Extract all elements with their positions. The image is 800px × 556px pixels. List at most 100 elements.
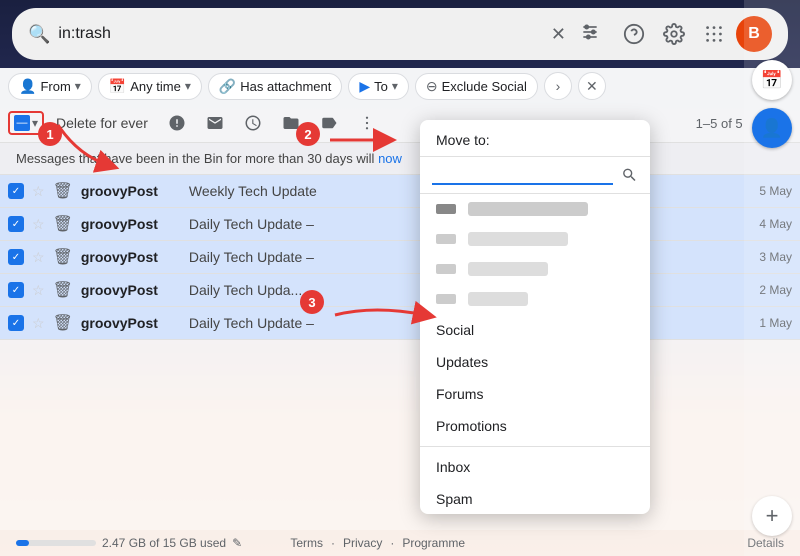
move-to-search-icon xyxy=(621,166,638,184)
email-count: 1–5 of 5 xyxy=(696,116,743,131)
filter-chip-from-label: From xyxy=(40,79,70,94)
info-banner: Messages that have been in the Bin for m… xyxy=(0,143,800,175)
from-arrow-icon: ▾ xyxy=(75,79,81,93)
blurred-icon-3 xyxy=(436,264,456,274)
delete-forever-button[interactable]: Delete for ever xyxy=(48,109,156,137)
trash-icon-4: 🗑 xyxy=(53,280,73,300)
move-to-blurred-2[interactable] xyxy=(420,224,650,254)
privacy-link[interactable]: Privacy xyxy=(343,536,382,550)
to-arrow-icon: ▾ xyxy=(392,79,398,93)
email-row[interactable]: ✓ ☆ 🗑 groovyPost Daily Tech Update – 1 M… xyxy=(0,307,800,340)
move-to-inbox[interactable]: Inbox xyxy=(420,451,650,483)
star-icon-2[interactable]: ☆ xyxy=(32,216,45,233)
move-to-spam[interactable]: Spam xyxy=(420,483,650,514)
blurred-label-1 xyxy=(468,202,588,216)
forums-label: Forums xyxy=(436,386,483,402)
blurred-label-3 xyxy=(468,262,548,276)
more-actions-button[interactable] xyxy=(350,108,384,138)
move-to-updates[interactable]: Updates xyxy=(420,346,650,378)
promotions-label: Promotions xyxy=(436,418,507,434)
programme-link[interactable]: Programme xyxy=(402,536,465,550)
filter-chip-attachment[interactable]: 🔗 Has attachment xyxy=(208,73,342,100)
blurred-icon-1 xyxy=(436,204,456,214)
email-checkbox-4[interactable]: ✓ xyxy=(8,282,24,298)
email-checkbox-2[interactable]: ✓ xyxy=(8,216,24,232)
gmail-container: 🔍 in:trash ✕ xyxy=(0,0,800,556)
star-icon-5[interactable]: ☆ xyxy=(32,315,45,332)
from-icon: 👤 xyxy=(19,78,36,95)
move-to-dropdown: Move to: Social Updates xyxy=(420,120,650,514)
blurred-label-4 xyxy=(468,292,528,306)
select-all-area[interactable]: — ▾ xyxy=(8,111,44,135)
mark-as-read-button[interactable] xyxy=(198,108,232,138)
more-filters-button[interactable]: › xyxy=(544,72,572,100)
move-to-blurred-4[interactable] xyxy=(420,284,650,314)
trash-icon-1: 🗑 xyxy=(53,181,73,201)
move-to-social[interactable]: Social xyxy=(420,314,650,346)
filter-chips-row: 👤 From ▾ 📅 Any time ▾ 🔗 Has attachment ▶… xyxy=(0,68,800,104)
search-clear-button[interactable]: ✕ xyxy=(545,22,572,47)
email-checkbox-1[interactable]: ✓ xyxy=(8,183,24,199)
filter-chip-anytime-label: Any time xyxy=(130,79,181,94)
filter-chip-from[interactable]: 👤 From ▾ xyxy=(8,73,92,100)
search-filter-button[interactable] xyxy=(580,22,600,47)
email-sender-1: groovyPost xyxy=(81,183,181,199)
trash-icon-2: 🗑 xyxy=(53,214,73,234)
move-to-list: Social Updates Forums Promotions Inbox S… xyxy=(420,194,650,514)
move-to-blurred-1[interactable] xyxy=(420,194,650,224)
anytime-arrow-icon: ▾ xyxy=(185,79,191,93)
storage-fill xyxy=(16,540,29,546)
calendar-sidebar-button[interactable]: 📅 xyxy=(752,60,792,100)
blurred-label-2 xyxy=(468,232,568,246)
separator-1: · xyxy=(331,536,335,550)
email-sender-4: groovyPost xyxy=(81,282,181,298)
star-icon-3[interactable]: ☆ xyxy=(32,249,45,266)
email-row[interactable]: ✓ ☆ 🗑 groovyPost Daily Tech Update – 4 M… xyxy=(0,208,800,241)
exclude-icon: ⊖ xyxy=(426,78,438,95)
settings-button[interactable] xyxy=(656,16,692,52)
search-bar: 🔍 in:trash ✕ xyxy=(12,8,788,60)
star-icon-1[interactable]: ☆ xyxy=(32,183,45,200)
edit-storage-icon: ✎ xyxy=(232,536,242,550)
email-checkbox-3[interactable]: ✓ xyxy=(8,249,24,265)
search-icon: 🔍 xyxy=(28,24,50,45)
move-to-divider xyxy=(420,446,650,447)
star-icon-4[interactable]: ☆ xyxy=(32,282,45,299)
move-to-search-input[interactable] xyxy=(432,165,613,185)
trash-icon-5: 🗑 xyxy=(53,313,73,333)
to-icon: ▶ xyxy=(359,78,370,95)
move-to-search-area xyxy=(420,157,650,194)
email-row[interactable]: ✓ ☆ 🗑 groovyPost Daily Tech Upda... 2 Ma… xyxy=(0,274,800,307)
move-to-button[interactable] xyxy=(274,108,308,138)
label-button[interactable] xyxy=(312,108,346,138)
report-spam-button[interactable] xyxy=(160,108,194,138)
contacts-sidebar-button[interactable]: 👤 xyxy=(752,108,792,148)
filter-chip-excludesocial[interactable]: ⊖ Exclude Social xyxy=(415,73,538,100)
email-row[interactable]: ✓ ☆ 🗑 groovyPost Weekly Tech Update 5 Ma… xyxy=(0,175,800,208)
filter-chip-to[interactable]: ▶ To ▾ xyxy=(348,73,409,100)
right-sidebar: 📅 👤 + xyxy=(744,0,800,556)
move-to-blurred-3[interactable] xyxy=(420,254,650,284)
email-list: ✓ ☆ 🗑 groovyPost Weekly Tech Update 5 Ma… xyxy=(0,175,800,530)
email-sender-2: groovyPost xyxy=(81,216,181,232)
move-to-forums[interactable]: Forums xyxy=(420,378,650,410)
snooze-button[interactable] xyxy=(236,108,270,138)
inbox-label: Inbox xyxy=(436,459,470,475)
info-banner-link[interactable]: now xyxy=(378,151,402,166)
email-checkbox-5[interactable]: ✓ xyxy=(8,315,24,331)
email-sender-3: groovyPost xyxy=(81,249,181,265)
updates-label: Updates xyxy=(436,354,488,370)
apps-button[interactable] xyxy=(696,16,732,52)
add-app-button[interactable]: + xyxy=(752,496,792,536)
select-dropdown-arrow: ▾ xyxy=(32,116,38,130)
filter-chip-exclude-label: Exclude Social xyxy=(442,79,527,94)
delete-forever-label: Delete for ever xyxy=(56,115,148,131)
help-button[interactable] xyxy=(616,16,652,52)
terms-link[interactable]: Terms xyxy=(290,536,323,550)
filter-chip-anytime[interactable]: 📅 Any time ▾ xyxy=(98,73,202,100)
move-to-promotions[interactable]: Promotions xyxy=(420,410,650,442)
close-filters-button[interactable]: ✕ xyxy=(578,72,606,100)
social-label: Social xyxy=(436,322,474,338)
storage-area: 2.47 GB of 15 GB used ✎ xyxy=(16,536,282,550)
email-row[interactable]: ✓ ☆ 🗑 groovyPost Daily Tech Update – 3 M… xyxy=(0,241,800,274)
